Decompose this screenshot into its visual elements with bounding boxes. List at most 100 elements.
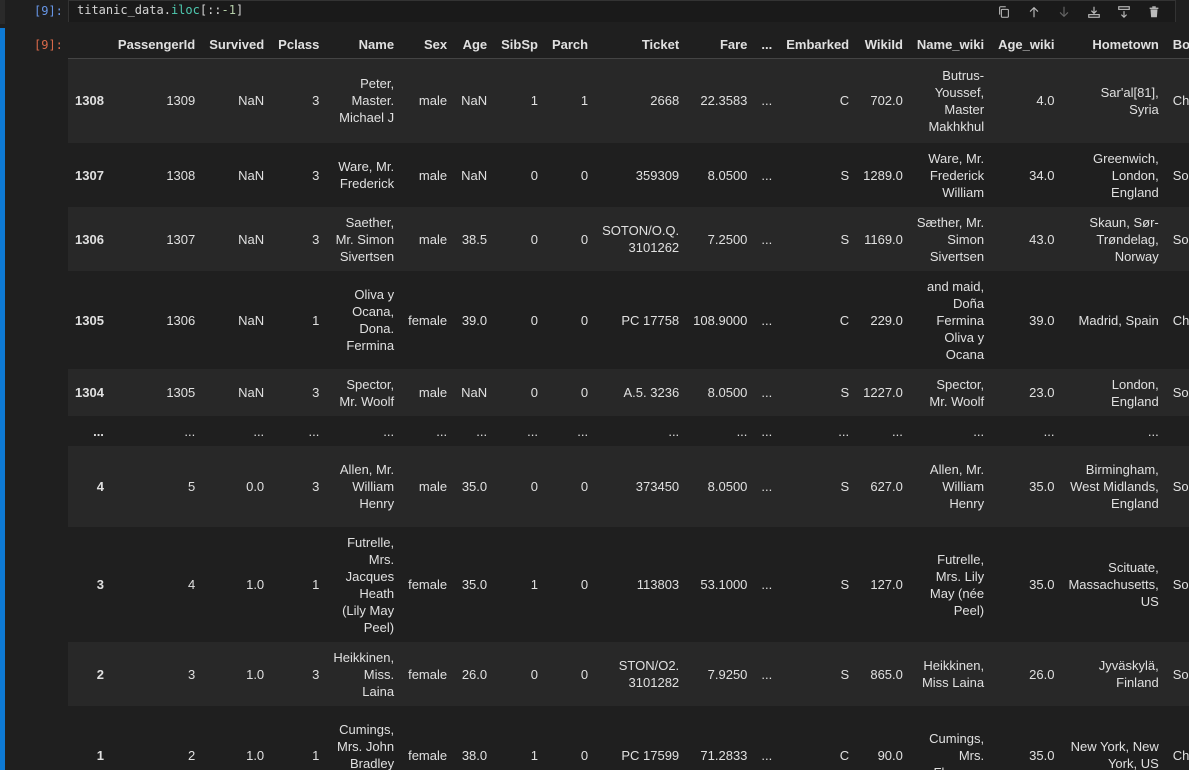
cell-sibsp: 0 bbox=[530, 231, 538, 247]
header-hometown: Hometown bbox=[1061, 32, 1166, 59]
header-name: Name bbox=[326, 32, 402, 59]
cell-ticket: PC 17599 bbox=[621, 747, 680, 763]
cell-passengerid: 2 bbox=[188, 747, 196, 763]
cell-age: 39.0 bbox=[461, 312, 488, 328]
cell-fare: 7.9250 bbox=[707, 666, 748, 682]
output-prompt: [9]: bbox=[34, 38, 63, 52]
cell-ellipsis: ... bbox=[761, 167, 773, 183]
cell-passengerid: 3 bbox=[188, 666, 196, 682]
cell-passengerid: 1309 bbox=[166, 93, 196, 109]
code-line[interactable]: titanic_data.iloc[::-1] bbox=[77, 3, 243, 17]
trash-icon[interactable] bbox=[1143, 3, 1165, 21]
cell-fare: 8.0500 bbox=[707, 385, 748, 400]
cell-sibsp: 1 bbox=[530, 747, 538, 763]
cell-name-wiki: Spector, Mr. Woolf bbox=[929, 376, 985, 409]
cell-sibsp: 1 bbox=[530, 577, 538, 592]
header-boarded: Boa bbox=[1165, 32, 1189, 59]
dataframe-table: PassengerId Survived Pclass Name Sex Age… bbox=[68, 32, 1189, 770]
cell-embarked: S bbox=[840, 666, 850, 682]
cell-name-wiki: Butrus-Youssef, Master Makhkhul bbox=[928, 67, 985, 134]
cell-fare: 8.0500 bbox=[707, 479, 748, 494]
cell-boarded: Cherb bbox=[1172, 312, 1189, 328]
cell-passengerid: 1308 bbox=[166, 167, 196, 183]
split-cell-icon[interactable] bbox=[1113, 3, 1135, 21]
cell-age: ... bbox=[476, 423, 488, 439]
cell-parch: 0 bbox=[580, 747, 589, 763]
cell-sex: female bbox=[408, 666, 448, 682]
header-survived: Survived bbox=[202, 32, 272, 59]
cell-parch: 0 bbox=[580, 167, 589, 183]
output-area[interactable]: PassengerId Survived Pclass Name Sex Age… bbox=[68, 32, 1189, 770]
cell-sex: male bbox=[418, 167, 448, 183]
cell-hometown: Sar'al[81], Syria bbox=[1100, 84, 1159, 117]
cell-wikiid: 1169.0 bbox=[864, 231, 903, 247]
cell-embarked: S bbox=[840, 231, 850, 247]
cell-name-wiki: Sæther, Mr. Simon Sivertsen bbox=[916, 214, 985, 264]
cell-hometown: ... bbox=[1147, 423, 1159, 439]
cell-name-wiki: and maid, Doña Fermina Oliva y Ocana bbox=[927, 278, 985, 362]
cell-pclass: 3 bbox=[312, 93, 320, 109]
code-bracket-close: ] bbox=[235, 3, 244, 17]
cell-name-wiki: Heikkinen, Miss Laina bbox=[921, 658, 985, 690]
cell-ellipsis: ... bbox=[761, 93, 773, 109]
header-row: PassengerId Survived Pclass Name Sex Age… bbox=[68, 32, 1189, 59]
table-row: 1305 1306 NaN 1 Oliva y Ocana, Dona. Fermina… bbox=[68, 271, 1189, 369]
cell-survived: NaN bbox=[238, 93, 265, 109]
cell-age: 35.0 bbox=[461, 479, 488, 494]
row-index: 1304 bbox=[75, 385, 104, 400]
cell-embarked: S bbox=[840, 479, 850, 494]
cell-age-wiki: 43.0 bbox=[1029, 231, 1055, 247]
header-pclass: Pclass bbox=[271, 32, 327, 59]
header-passengerid: PassengerId bbox=[110, 32, 203, 59]
cell-hometown: Jyväskylä, Finland bbox=[1098, 658, 1159, 690]
cell-survived: 1.0 bbox=[246, 747, 265, 763]
cell-age: 38.5 bbox=[461, 231, 488, 247]
cell-hometown: London, England bbox=[1111, 376, 1159, 409]
cell-pclass: 3 bbox=[312, 231, 320, 247]
cell-sibsp: 1 bbox=[530, 93, 538, 109]
cell-boarded: Southam bbox=[1172, 167, 1189, 183]
cell-passengerid: ... bbox=[184, 423, 196, 439]
copy-icon[interactable] bbox=[993, 3, 1015, 21]
cell-pclass: 3 bbox=[312, 167, 320, 183]
cell-ellipsis: ... bbox=[761, 231, 773, 247]
cell-survived: NaN bbox=[238, 385, 265, 400]
code-variable: titanic_data bbox=[77, 3, 164, 17]
insert-below-icon[interactable] bbox=[1083, 3, 1105, 21]
cell-sibsp: 0 bbox=[530, 479, 538, 494]
cell-sibsp: ... bbox=[527, 423, 538, 439]
cell-ticket: 2668 bbox=[650, 93, 680, 109]
cell-age-wiki: 4.0 bbox=[1036, 93, 1055, 109]
header-age: Age bbox=[454, 32, 495, 59]
cell-name-wiki: Cumings, Mrs. Florence bbox=[929, 730, 985, 770]
cell-name: Futrelle, Mrs. Jacques Heath (Lily May P… bbox=[342, 534, 395, 635]
cell-pclass: 3 bbox=[312, 385, 320, 400]
arrow-down-icon[interactable] bbox=[1053, 3, 1075, 21]
cell-embarked: C bbox=[839, 93, 850, 109]
cell-pclass: 1 bbox=[312, 577, 320, 592]
table-row: 1 2 1.0 1 Cumings, Mrs. John Bradley (Floren… bbox=[68, 706, 1189, 770]
cell-embarked: ... bbox=[838, 423, 850, 439]
cell-embarked: S bbox=[840, 385, 850, 400]
cell-boarded: Southam bbox=[1172, 666, 1189, 682]
header-wikiid: WikiId bbox=[856, 32, 910, 59]
arrow-up-icon[interactable] bbox=[1023, 3, 1045, 21]
cell-age: NaN bbox=[461, 385, 488, 400]
cell-survived: NaN bbox=[238, 231, 265, 247]
cell-sex: male bbox=[418, 385, 448, 400]
cell-name: Peter, Master. Michael J bbox=[339, 76, 395, 126]
code-editor[interactable]: titanic_data.iloc[::-1] bbox=[68, 0, 1176, 22]
cell-wikiid: 127.0 bbox=[870, 577, 903, 592]
cell-age: NaN bbox=[461, 167, 488, 183]
table-row: 3 4 1.0 1 Futrelle, Mrs. Jacques Heath (Lily… bbox=[68, 527, 1189, 642]
row-index: 3 bbox=[96, 577, 104, 592]
row-index: 1 bbox=[96, 747, 104, 763]
cell-toolbar bbox=[993, 3, 1165, 21]
cell-age-wiki: 35.0 bbox=[1029, 479, 1055, 494]
cell-sex: female bbox=[408, 312, 448, 328]
cell-ticket: 359309 bbox=[635, 167, 680, 183]
cell-ticket: PC 17758 bbox=[621, 312, 680, 328]
table-row: 1307 1308 NaN 3 Ware, Mr. Frederick male NaN 0 0… bbox=[68, 143, 1189, 207]
code-bracket-open: [:: bbox=[199, 3, 222, 17]
cell-sex: ... bbox=[436, 423, 448, 439]
